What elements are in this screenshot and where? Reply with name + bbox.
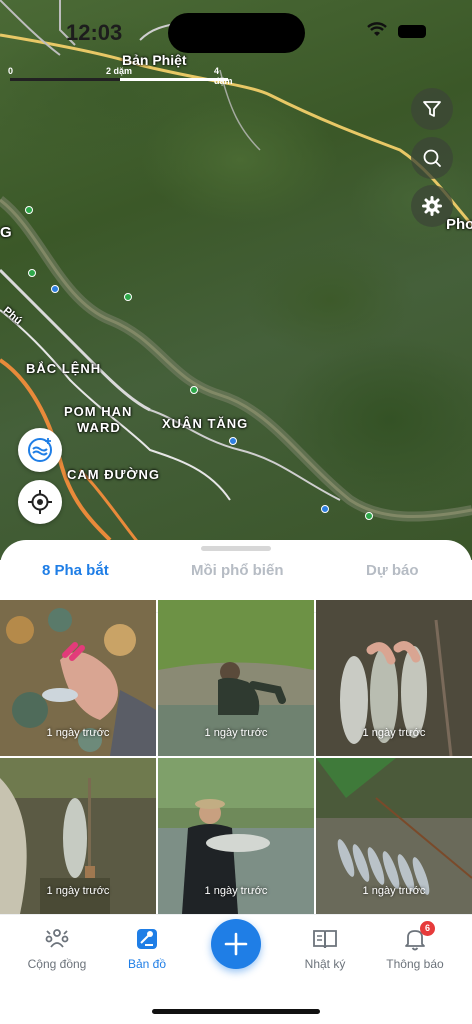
fishing-spot-marker[interactable] <box>229 437 237 445</box>
map-label-ward: WARD <box>77 420 121 435</box>
fishing-spot-marker[interactable] <box>25 206 33 214</box>
catch-photo[interactable]: 1 ngày trước <box>316 758 472 914</box>
map-label-g: G <box>0 224 13 241</box>
map-label-pom-han: POM HAN <box>64 404 133 419</box>
nav-map[interactable]: Bản đồ <box>100 925 194 971</box>
map-label-bac-lenh: BẮC LỆNH <box>26 361 102 376</box>
map-scale: 0 2 dặm 4 dặm <box>6 64 236 86</box>
fishing-spot-marker[interactable] <box>124 293 132 301</box>
tab-forecast[interactable]: Dự báo <box>366 562 419 579</box>
catch-time-ago: 1 ngày trước <box>362 885 426 897</box>
scale-tick: 4 dặm <box>214 66 233 86</box>
catch-photo[interactable]: 1 ngày trước <box>0 758 156 914</box>
fishing-spot-marker[interactable] <box>321 505 329 513</box>
bottom-nav: Cộng đồng Bản đồ Nhật ký 6 Thông báo <box>0 915 472 1024</box>
filter-icon <box>423 101 441 117</box>
add-catch-button[interactable] <box>211 919 261 969</box>
nav-journal[interactable]: Nhật ký <box>278 925 372 971</box>
settings-button[interactable] <box>411 185 453 227</box>
locate-icon <box>28 490 52 514</box>
scale-bar-dark <box>10 78 120 81</box>
catch-time-ago: 1 ngày trước <box>362 727 426 739</box>
map-view[interactable]: 12:03 0 2 dặm 4 dặm Bản Phiệt Pho G Phú … <box>0 0 472 560</box>
catch-time-ago: 1 ngày trước <box>204 885 268 897</box>
fishing-spot-marker[interactable] <box>28 269 36 277</box>
search-icon <box>423 149 441 167</box>
map-icon <box>137 929 157 949</box>
catch-time-ago: 1 ngày trước <box>204 727 268 739</box>
map-label-pho: Pho <box>446 216 472 233</box>
wifi-icon <box>367 22 387 36</box>
catch-photo[interactable]: 1 ngày trước <box>158 758 314 914</box>
map-label-xuan-tang: XUÂN TĂNG <box>162 416 249 431</box>
notification-badge: 6 <box>420 921 435 936</box>
community-icon <box>45 929 69 948</box>
scale-bar-light <box>120 78 228 81</box>
map-label-cam-duong: CAM ĐƯỜNG <box>67 467 160 482</box>
water-layer-button[interactable] <box>18 428 62 472</box>
fishing-spot-marker[interactable] <box>365 512 373 520</box>
fishing-spot-marker[interactable] <box>51 285 59 293</box>
catch-photo[interactable]: 1 ngày trước <box>158 600 314 756</box>
water-layer-icon <box>28 438 52 462</box>
map-label-ban-phiet: Bản Phiệt <box>122 52 187 68</box>
catch-photo[interactable]: 1 ngày trước <box>316 600 472 756</box>
nav-community[interactable]: Cộng đồng <box>10 925 104 971</box>
journal-icon <box>313 930 337 949</box>
locate-me-button[interactable] <box>18 480 62 524</box>
catch-photo[interactable]: 1 ngày trước <box>0 600 156 756</box>
fishing-spot-marker[interactable] <box>190 386 198 394</box>
tab-catches[interactable]: 8 Pha bắt <box>42 562 109 579</box>
tab-popular-bait[interactable]: Mồi phổ biến <box>191 562 283 579</box>
status-bar: 12:03 <box>0 0 472 60</box>
sheet-drag-handle[interactable] <box>201 546 271 551</box>
catch-time-ago: 1 ngày trước <box>46 885 110 897</box>
nav-notifications[interactable]: 6 Thông báo <box>368 921 462 971</box>
sheet-tabs: 8 Pha bắt Mồi phổ biến Dự báo <box>0 556 472 613</box>
home-indicator <box>152 1009 320 1014</box>
scale-tick: 0 <box>8 66 14 76</box>
nav-notifications-label: Thông báo <box>386 957 444 971</box>
gear-icon <box>422 196 442 216</box>
status-time: 12:03 <box>66 20 123 45</box>
nav-journal-label: Nhật ký <box>304 957 346 971</box>
battery-icon <box>398 25 426 38</box>
catch-time-ago: 1 ngày trước <box>46 727 110 739</box>
dynamic-island <box>168 13 305 53</box>
filter-button[interactable] <box>411 88 453 130</box>
nav-community-label: Cộng đồng <box>27 957 87 971</box>
nav-map-label: Bản đồ <box>127 957 167 971</box>
plus-icon <box>224 932 248 956</box>
search-button[interactable] <box>411 137 453 179</box>
